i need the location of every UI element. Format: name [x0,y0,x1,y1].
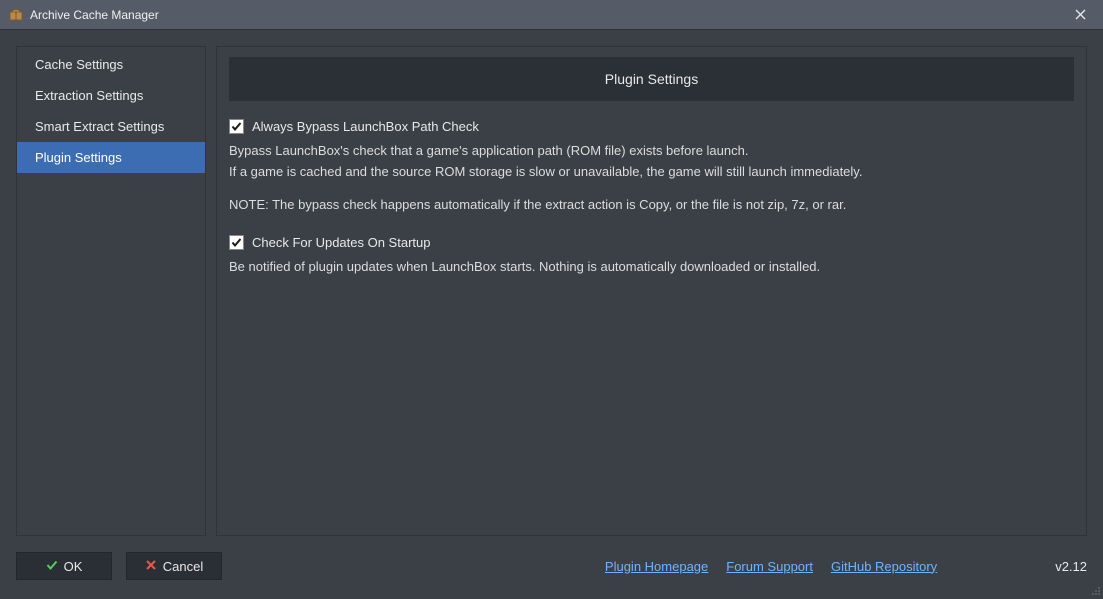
content-panel: Plugin Settings Always Bypass LaunchBox … [216,46,1087,536]
cancel-button[interactable]: Cancel [126,552,222,580]
close-button[interactable] [1057,0,1103,30]
option-note: NOTE: The bypass check happens automatic… [229,196,1074,215]
sidebar-item-cache-settings[interactable]: Cache Settings [17,49,205,80]
sidebar-item-label: Extraction Settings [35,88,143,103]
button-label: OK [64,559,83,574]
ok-button[interactable]: OK [16,552,112,580]
panel-header: Plugin Settings [229,57,1074,101]
link-forum-support[interactable]: Forum Support [726,559,813,574]
option-description: Be notified of plugin updates when Launc… [229,258,1074,277]
cancel-icon [145,559,157,574]
desc-line: NOTE: The bypass check happens automatic… [229,196,1074,215]
checkbox-label[interactable]: Check For Updates On Startup [252,235,430,250]
check-icon [46,559,58,574]
sidebar-item-plugin-settings[interactable]: Plugin Settings [17,142,205,173]
checkbox-check-updates[interactable] [229,235,244,250]
desc-line: Bypass LaunchBox's check that a game's a… [229,142,1074,161]
checkbox-label[interactable]: Always Bypass LaunchBox Path Check [252,119,479,134]
resize-grip[interactable] [1089,584,1101,596]
sidebar: Cache Settings Extraction Settings Smart… [16,46,206,536]
link-plugin-homepage[interactable]: Plugin Homepage [605,559,708,574]
desc-line: If a game is cached and the source ROM s… [229,163,1074,182]
option-description: Bypass LaunchBox's check that a game's a… [229,142,1074,182]
version-label: v2.12 [1055,559,1087,574]
sidebar-item-label: Plugin Settings [35,150,122,165]
sidebar-item-smart-extract-settings[interactable]: Smart Extract Settings [17,111,205,142]
sidebar-item-extraction-settings[interactable]: Extraction Settings [17,80,205,111]
app-icon [8,7,24,23]
sidebar-item-label: Cache Settings [35,57,123,72]
button-label: Cancel [163,559,203,574]
checkbox-bypass-path-check[interactable] [229,119,244,134]
desc-line: Be notified of plugin updates when Launc… [229,258,1074,277]
titlebar: Archive Cache Manager [0,0,1103,30]
sidebar-item-label: Smart Extract Settings [35,119,164,134]
footer: OK Cancel Plugin Homepage Forum Support … [16,550,1087,582]
link-github-repository[interactable]: GitHub Repository [831,559,937,574]
window-title: Archive Cache Manager [30,8,159,22]
